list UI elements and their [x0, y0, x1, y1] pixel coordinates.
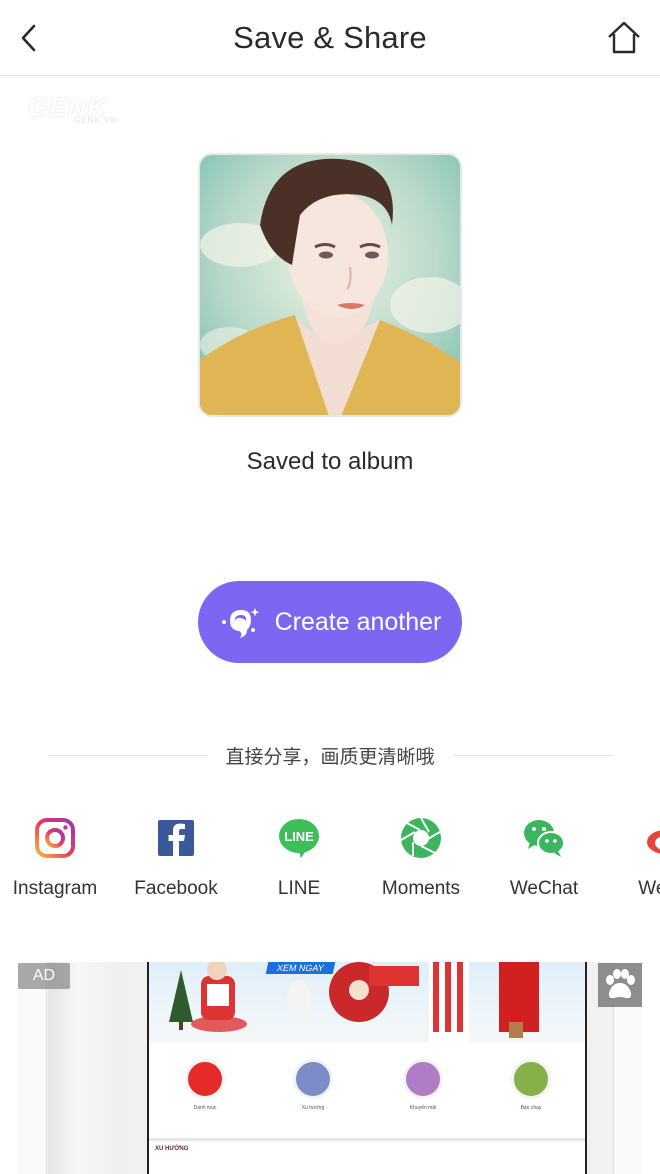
ad-christmas-banner: XEM NGAY — [149, 962, 585, 1042]
share-line[interactable]: LINE LINE — [244, 812, 354, 912]
sparkle-face-icon — [221, 608, 259, 638]
ad-phone-bezel — [48, 962, 124, 1174]
ad-category: Bán chạy — [501, 1059, 561, 1111]
share-heading: 直接分享，画质更清晰哦 — [48, 738, 613, 772]
christmas-illustration — [169, 962, 539, 1042]
divider-line — [48, 754, 208, 756]
share-label: LINE — [277, 878, 321, 899]
watermark: GENK GENK.VN — [28, 92, 138, 132]
share-facebook[interactable]: Facebook — [121, 812, 231, 912]
portrait-illustration — [200, 155, 460, 415]
share-label: WeChat — [509, 878, 579, 899]
ad-category-icon — [511, 1059, 551, 1099]
ad-category-label: Danh mục — [193, 1105, 217, 1111]
ad-category-icon — [403, 1059, 443, 1099]
share-heading-text: 直接分享，画质更清晰哦 — [225, 745, 435, 768]
ad-category: Khuyến mãi — [393, 1059, 453, 1111]
ad-category: Danh mục — [175, 1059, 235, 1111]
share-wechat[interactable]: WeChat — [489, 812, 599, 912]
ad-category-icon — [293, 1059, 333, 1099]
ad-category-label: Bán chạy — [520, 1105, 542, 1111]
divider-line — [452, 754, 613, 756]
home-icon — [608, 21, 640, 54]
saved-status-text: Saved to album — [246, 448, 414, 475]
paw-icon — [606, 969, 635, 999]
weibo-icon — [647, 830, 660, 854]
share-label: Moments — [381, 878, 461, 899]
share-label: Instagram — [12, 878, 98, 899]
ad-section-title: XU HƯỚNG — [155, 1146, 189, 1152]
watermark-sub: GENK.VN — [74, 116, 118, 125]
svg-text:LINE: LINE — [284, 829, 314, 844]
wechat-icon — [524, 820, 565, 857]
create-another-label: Create another — [274, 607, 442, 636]
ad-category-icon — [185, 1059, 225, 1099]
ad-phone-screen: XEM NGAY Danh mục Xu hướng Khuyến mãi Bá… — [147, 962, 587, 1174]
ad-banner[interactable]: XEM NGAY Danh mục Xu hướng Khuyến mãi Bá… — [18, 962, 642, 1174]
share-label: Weibo — [638, 878, 660, 899]
ad-badge: AD — [18, 963, 70, 989]
share-label: Facebook — [134, 878, 218, 899]
line-icon: LINE — [279, 819, 319, 858]
share-weibo[interactable]: Weibo — [610, 812, 660, 912]
page-title: Save & Share — [233, 20, 427, 55]
ad-paw-button[interactable] — [598, 963, 642, 1007]
home-button[interactable] — [606, 20, 642, 56]
share-moments[interactable]: Moments — [366, 812, 476, 912]
result-portrait-image[interactable] — [198, 153, 462, 417]
nav-bar: Save & Share — [0, 0, 660, 76]
instagram-icon — [35, 818, 75, 858]
moments-icon — [400, 817, 441, 858]
ad-category-label: Khuyến mãi — [409, 1105, 437, 1111]
share-instagram[interactable]: Instagram — [0, 812, 110, 912]
ad-category-label: Xu hướng — [301, 1105, 325, 1111]
facebook-icon — [158, 820, 194, 856]
ad-category: Xu hướng — [283, 1059, 343, 1111]
share-options-row[interactable]: Instagram Facebook LINE LINE Moments WeC… — [0, 812, 660, 912]
ad-section-divider — [149, 1138, 585, 1141]
ad-cta-label: XEM NGAY — [265, 962, 336, 974]
create-another-button[interactable]: Create another — [198, 581, 462, 663]
